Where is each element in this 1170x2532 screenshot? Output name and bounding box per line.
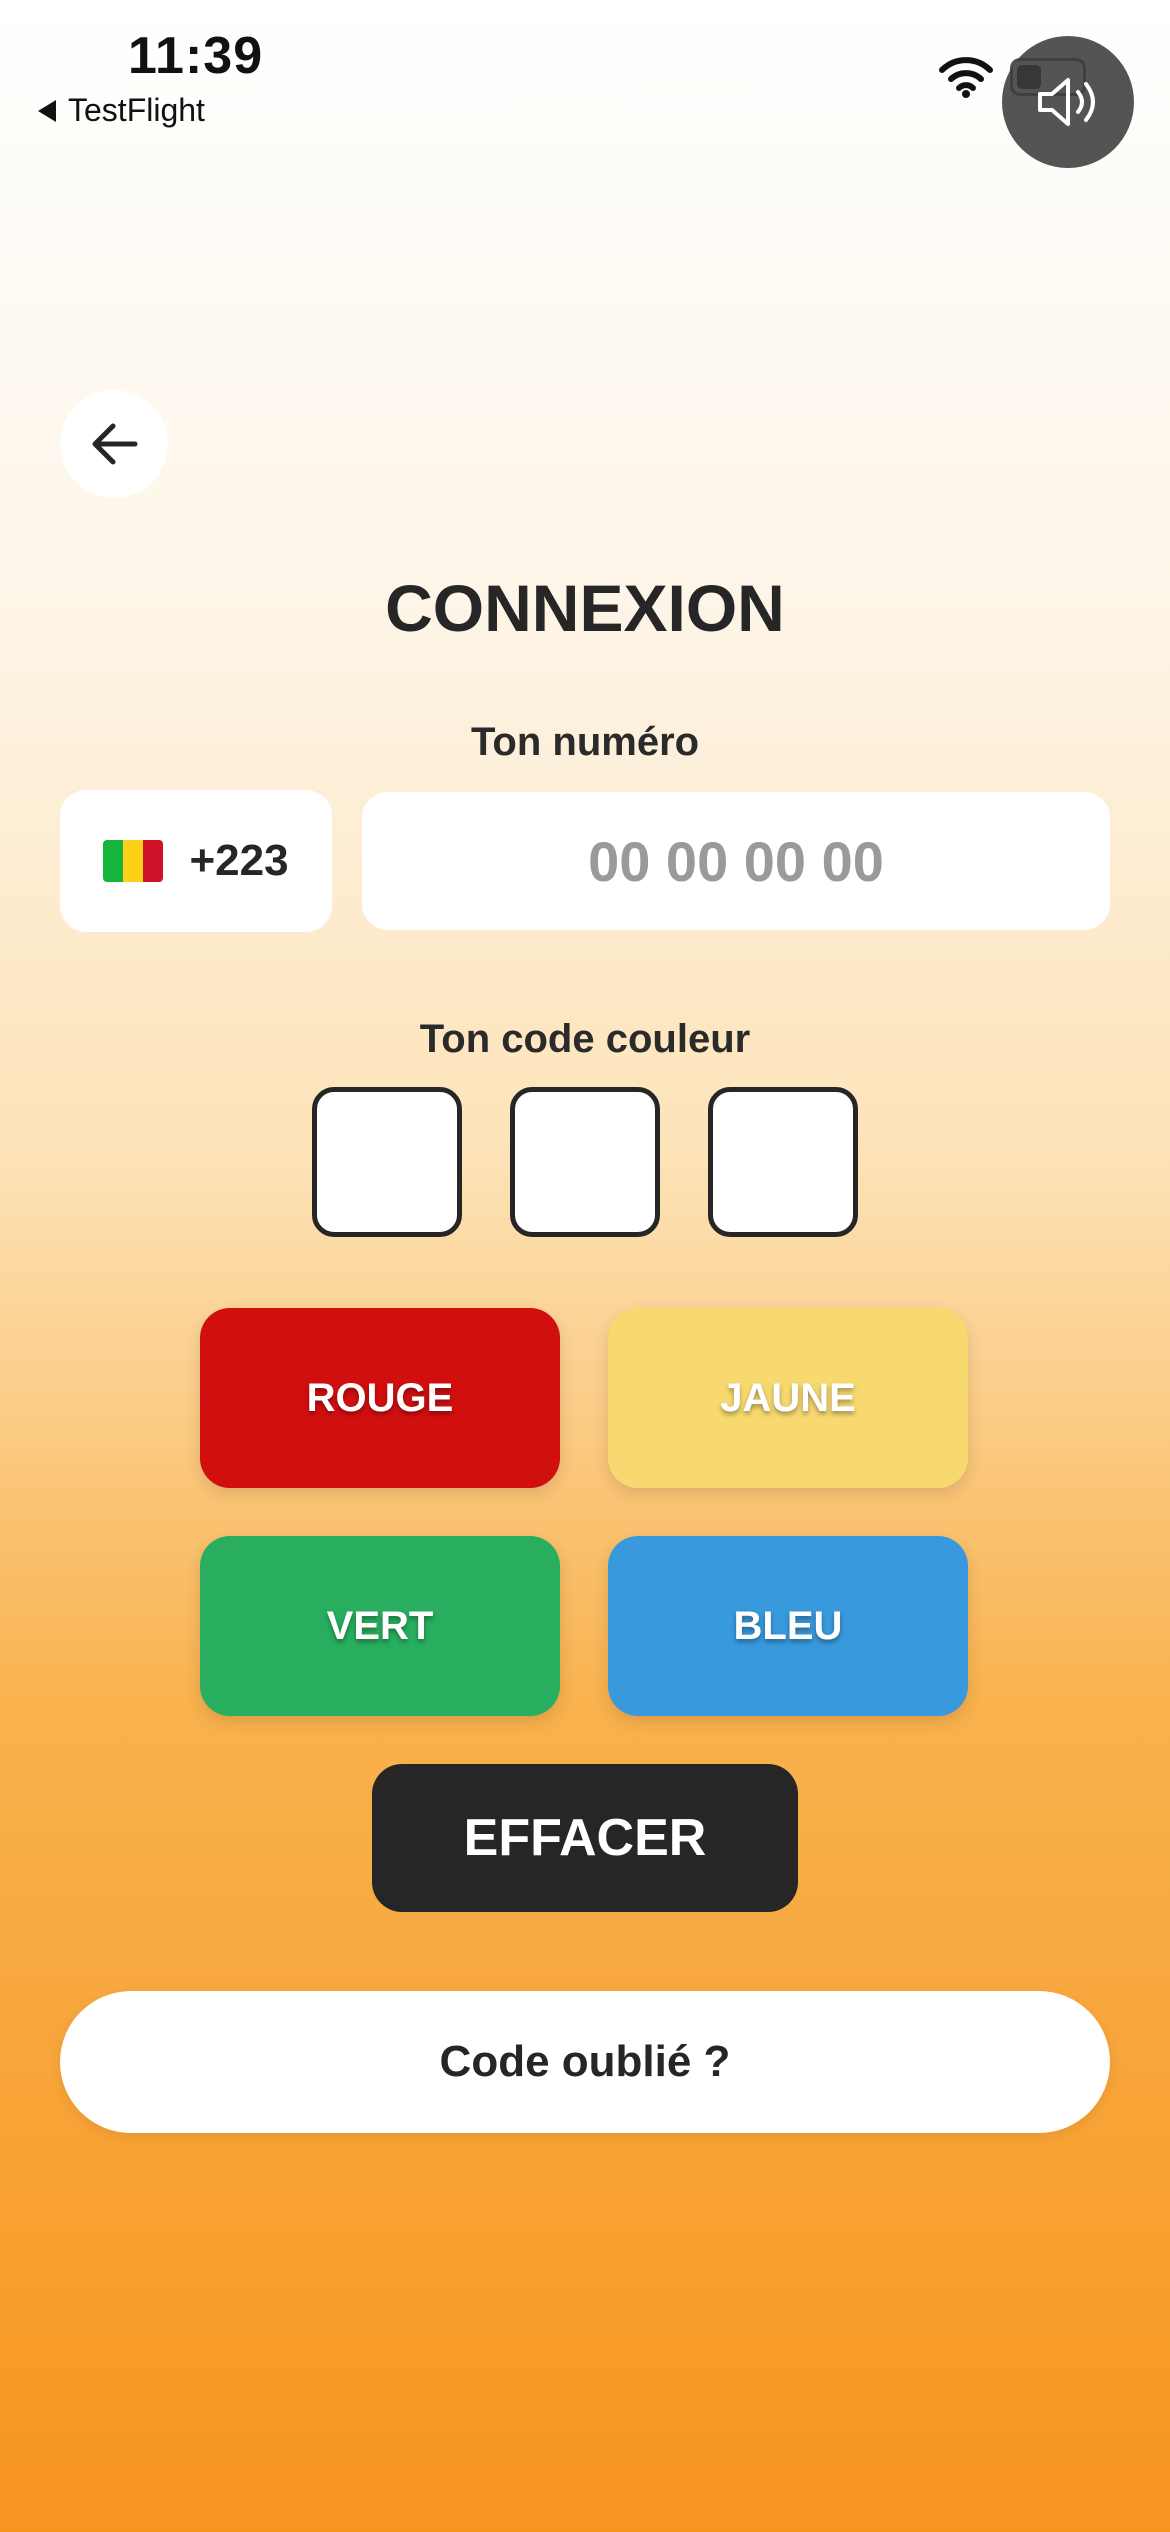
phone-input[interactable] bbox=[362, 792, 1110, 930]
color-code-slot-3[interactable] bbox=[708, 1087, 858, 1237]
color-button-blue[interactable]: BLEU bbox=[608, 1536, 968, 1716]
mali-flag-icon bbox=[103, 840, 164, 882]
back-triangle-icon bbox=[38, 99, 56, 122]
back-button[interactable] bbox=[60, 390, 168, 498]
status-time: 11:39 bbox=[128, 27, 264, 85]
color-button-red[interactable]: ROUGE bbox=[200, 1308, 560, 1488]
sound-toggle-button[interactable] bbox=[1002, 36, 1134, 168]
country-code-selector[interactable]: +223 bbox=[60, 790, 332, 932]
speaker-icon bbox=[1038, 78, 1095, 126]
country-code: +223 bbox=[189, 836, 289, 885]
phone-label: Ton numéro bbox=[470, 720, 700, 764]
page-title: CONNEXION bbox=[385, 571, 785, 645]
color-code-slot-1[interactable] bbox=[312, 1087, 462, 1237]
back-to-app-link[interactable]: TestFlight bbox=[38, 92, 205, 129]
forgot-code-button[interactable]: Code oublié ? bbox=[60, 1991, 1110, 2133]
back-app-label: TestFlight bbox=[68, 92, 205, 128]
color-code-label: Ton code couleur bbox=[419, 1017, 751, 1061]
arrow-left-icon bbox=[92, 423, 138, 465]
wifi-icon bbox=[939, 57, 993, 98]
color-button-yellow[interactable]: JAUNE bbox=[608, 1308, 968, 1488]
color-code-slot-2[interactable] bbox=[510, 1087, 660, 1237]
color-button-green[interactable]: VERT bbox=[200, 1536, 560, 1716]
clear-button[interactable]: EFFACER bbox=[372, 1764, 798, 1912]
